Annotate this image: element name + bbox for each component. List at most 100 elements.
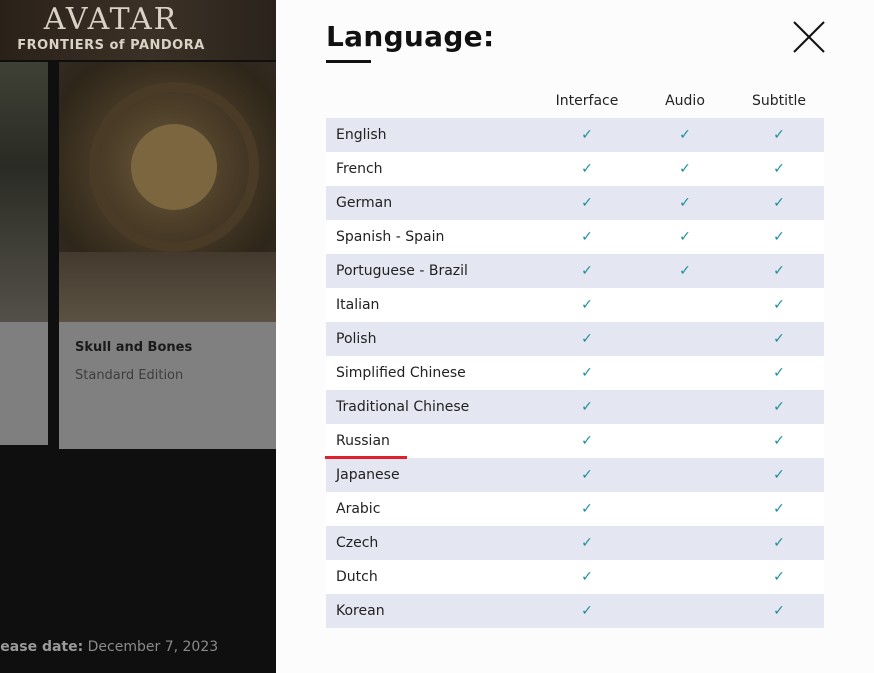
check-icon: ✓ xyxy=(773,263,785,279)
subtitle-support-cell: ✓ xyxy=(734,424,824,458)
check-icon: ✓ xyxy=(773,229,785,245)
check-icon: ✓ xyxy=(773,161,785,177)
game-card-body[interactable]: Skull and Bones Standard Edition xyxy=(59,322,276,449)
check-icon: ✓ xyxy=(581,297,593,313)
check-icon: ✓ xyxy=(581,535,593,551)
interface-support-cell: ✓ xyxy=(538,152,636,186)
release-date: elease date: December 7, 2023 xyxy=(0,639,218,655)
language-name: Simplified Chinese xyxy=(326,356,538,390)
language-name: Czech xyxy=(326,526,538,560)
table-row: Czech ✓ ✓ xyxy=(326,526,824,560)
game-card-body-left[interactable] xyxy=(0,322,48,445)
check-icon: ✓ xyxy=(773,331,785,347)
background-store-page: AVATAR FRONTIERS of PANDORA Skull and Bo… xyxy=(0,0,276,673)
subtitle-support-cell: ✓ xyxy=(734,118,824,152)
language-name: Traditional Chinese xyxy=(326,390,538,424)
deck-artwork xyxy=(59,252,276,322)
close-icon xyxy=(793,21,825,53)
check-icon: ✓ xyxy=(773,399,785,415)
check-icon: ✓ xyxy=(679,127,691,143)
interface-support-cell: ✓ xyxy=(538,458,636,492)
language-label: Japanese xyxy=(336,467,400,483)
language-modal: Language: Interface Audio Subtitle Engli… xyxy=(276,0,874,673)
check-icon: ✓ xyxy=(679,161,691,177)
table-header-row: Interface Audio Subtitle xyxy=(326,84,824,118)
subtitle-support-cell: ✓ xyxy=(734,186,824,220)
subtitle-support-cell: ✓ xyxy=(734,390,824,424)
check-icon: ✓ xyxy=(581,569,593,585)
audio-support-cell xyxy=(636,322,734,356)
language-label: Czech xyxy=(336,535,379,551)
table-row: Dutch ✓ ✓ xyxy=(326,560,824,594)
header-audio: Audio xyxy=(665,93,705,109)
game-card-edition: Standard Edition xyxy=(75,368,184,383)
subtitle-support-cell: ✓ xyxy=(734,560,824,594)
check-icon: ✓ xyxy=(773,569,785,585)
avatar-logo-subtitle: FRONTIERS of PANDORA xyxy=(17,38,205,53)
release-date-label: elease date: xyxy=(0,639,84,655)
interface-support-cell: ✓ xyxy=(538,594,636,628)
interface-support-cell: ✓ xyxy=(538,492,636,526)
language-rows: English ✓ ✓ ✓ French ✓ ✓ ✓ German ✓ ✓ ✓ Spanish - Sp… xyxy=(325,118,824,628)
language-label: Simplified Chinese xyxy=(336,365,466,381)
close-button[interactable] xyxy=(792,20,826,54)
table-row: German ✓ ✓ ✓ xyxy=(326,186,824,220)
language-label: Russian xyxy=(336,433,390,449)
octopus-artwork xyxy=(131,124,217,210)
check-icon: ✓ xyxy=(773,433,785,449)
game-card-image-left[interactable] xyxy=(0,62,48,322)
language-label: English xyxy=(336,127,387,143)
header-interface: Interface xyxy=(555,93,619,109)
language-label: French xyxy=(336,161,383,177)
interface-support-cell: ✓ xyxy=(538,118,636,152)
language-label: Polish xyxy=(336,331,377,347)
language-name: English xyxy=(326,118,538,152)
table-row: Spanish - Spain ✓ ✓ ✓ xyxy=(326,220,824,254)
audio-support-cell xyxy=(636,356,734,390)
check-icon: ✓ xyxy=(773,467,785,483)
language-label: Arabic xyxy=(336,501,381,517)
check-icon: ✓ xyxy=(773,195,785,211)
check-icon: ✓ xyxy=(773,127,785,143)
subtitle-support-cell: ✓ xyxy=(734,492,824,526)
modal-title: Language: xyxy=(326,20,495,53)
language-table: Interface Audio Subtitle English ✓ ✓ ✓ Frenc… xyxy=(325,84,824,628)
table-row: Simplified Chinese ✓ ✓ xyxy=(326,356,824,390)
interface-support-cell: ✓ xyxy=(538,186,636,220)
subtitle-support-cell: ✓ xyxy=(734,356,824,390)
table-row: Traditional Chinese ✓ ✓ xyxy=(326,390,824,424)
interface-support-cell: ✓ xyxy=(538,254,636,288)
subtitle-support-cell: ✓ xyxy=(734,288,824,322)
language-name: Arabic xyxy=(326,492,538,526)
interface-support-cell: ✓ xyxy=(538,356,636,390)
hero-banner: AVATAR FRONTIERS of PANDORA xyxy=(0,0,276,60)
game-card-image[interactable] xyxy=(59,62,276,322)
avatar-logo-title: AVATAR xyxy=(43,2,179,37)
language-name: Portuguese - Brazil xyxy=(326,254,538,288)
table-row: Arabic ✓ ✓ xyxy=(326,492,824,526)
check-icon: ✓ xyxy=(581,365,593,381)
check-icon: ✓ xyxy=(581,263,593,279)
language-name: Italian xyxy=(326,288,538,322)
interface-support-cell: ✓ xyxy=(538,390,636,424)
table-row: Korean ✓ ✓ xyxy=(326,594,824,628)
check-icon: ✓ xyxy=(581,331,593,347)
check-icon: ✓ xyxy=(581,501,593,517)
language-label: Italian xyxy=(336,297,380,313)
language-label: German xyxy=(336,195,393,211)
check-icon: ✓ xyxy=(679,229,691,245)
audio-support-cell xyxy=(636,526,734,560)
audio-support-cell xyxy=(636,594,734,628)
header-subtitle: Subtitle xyxy=(751,93,807,109)
check-icon: ✓ xyxy=(581,195,593,211)
language-label: Traditional Chinese xyxy=(336,399,470,415)
table-row: Italian ✓ ✓ xyxy=(326,288,824,322)
language-name: Polish xyxy=(326,322,538,356)
check-icon: ✓ xyxy=(773,365,785,381)
table-row: Portuguese - Brazil ✓ ✓ ✓ xyxy=(326,254,824,288)
language-name: Japanese xyxy=(326,458,538,492)
check-icon: ✓ xyxy=(679,263,691,279)
header-language xyxy=(326,84,538,118)
language-label: Spanish - Spain xyxy=(336,229,445,245)
check-icon: ✓ xyxy=(581,603,593,619)
